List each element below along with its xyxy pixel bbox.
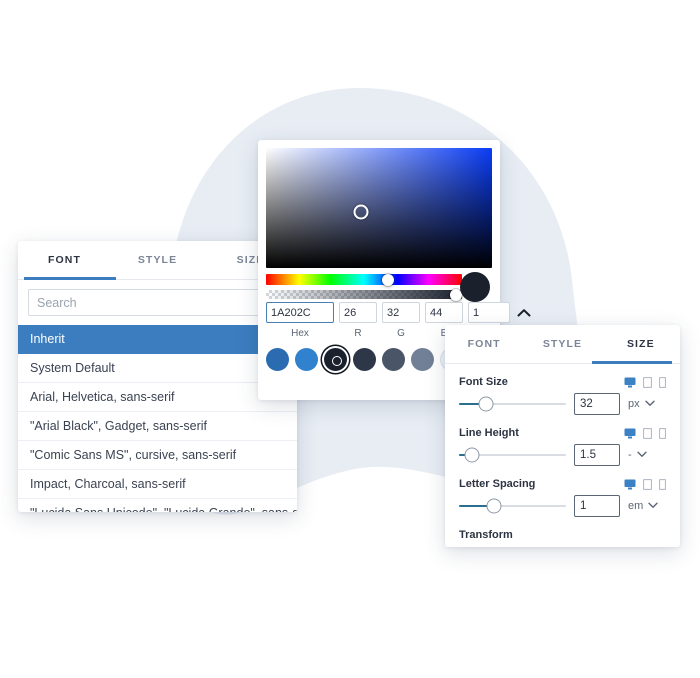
unit-select[interactable]: em: [628, 500, 666, 512]
value-input[interactable]: [574, 444, 620, 466]
mobile-icon[interactable]: [658, 376, 667, 388]
color-swatch[interactable]: [324, 348, 347, 371]
search-input[interactable]: [28, 289, 287, 316]
list-item[interactable]: System Default: [18, 354, 297, 383]
blue-input[interactable]: [425, 302, 463, 323]
control-label: Line Height: [459, 427, 519, 439]
slider-handle[interactable]: [486, 498, 502, 514]
hex-input[interactable]: [266, 302, 334, 323]
control-header: Font Size: [459, 376, 667, 388]
list-item[interactable]: "Comic Sans MS", cursive, sans-serif: [18, 441, 297, 470]
control-row: px: [459, 393, 666, 415]
control-header: Letter Spacing: [459, 478, 667, 490]
hex-field-group: Hex: [266, 302, 334, 339]
size-panel-body: Font SizepxLine Height-Letter Spacingem …: [445, 364, 680, 547]
tablet-icon[interactable]: [642, 478, 653, 490]
control-row: -: [459, 444, 666, 466]
search-container: [18, 280, 297, 316]
value-input[interactable]: [574, 495, 620, 517]
tab-size[interactable]: SIZE: [602, 326, 680, 363]
chevron-up-icon[interactable]: [517, 302, 531, 323]
color-preview-swatch: [460, 272, 490, 302]
control-header: Line Height: [459, 427, 667, 439]
list-item[interactable]: "Lucida Sans Unicode", "Lucida Grande", …: [18, 499, 297, 512]
slider[interactable]: [459, 447, 566, 463]
red-label: R: [354, 328, 362, 339]
mobile-icon[interactable]: [658, 427, 667, 439]
tab-font[interactable]: FONT: [18, 242, 111, 279]
tablet-icon[interactable]: [642, 427, 653, 439]
list-item[interactable]: "Arial Black", Gadget, sans-serif: [18, 412, 297, 441]
control-label: Font Size: [459, 376, 508, 388]
size-control-group: Line Height -: [459, 427, 667, 466]
hex-label: Hex: [291, 328, 309, 339]
device-toggle-group: [624, 478, 667, 490]
tablet-icon[interactable]: [642, 376, 653, 388]
unit-select[interactable]: -: [628, 449, 666, 461]
active-tab-indicator: [24, 277, 116, 280]
tab-font[interactable]: FONT: [445, 326, 523, 363]
unit-select[interactable]: px: [628, 398, 666, 410]
color-swatch[interactable]: [411, 348, 434, 371]
alpha-input[interactable]: [468, 302, 510, 323]
device-toggle-group: [624, 427, 667, 439]
saturation-cursor[interactable]: [353, 204, 369, 220]
control-label: Letter Spacing: [459, 478, 536, 490]
device-toggle-group: [624, 376, 667, 388]
hue-slider[interactable]: [266, 273, 462, 286]
tab-style[interactable]: STYLE: [523, 326, 601, 363]
mobile-icon[interactable]: [658, 478, 667, 490]
tab-style[interactable]: STYLE: [111, 242, 204, 279]
size-panel-tabbar: FONT STYLE SIZE: [445, 325, 680, 364]
slider-handle[interactable]: [478, 396, 494, 412]
color-sliders: [266, 273, 463, 301]
font-panel-tabbar: FONT STYLE SIZE: [18, 241, 297, 280]
chevron-down-icon: [648, 500, 658, 512]
unit-label: -: [628, 449, 632, 461]
alpha-slider[interactable]: [266, 288, 463, 301]
slider[interactable]: [459, 396, 566, 412]
slider[interactable]: [459, 498, 566, 514]
desktop-icon[interactable]: [624, 479, 636, 490]
value-input[interactable]: [574, 393, 620, 415]
list-item[interactable]: Inherit: [18, 325, 297, 354]
font-list: Inherit System Default Arial, Helvetica,…: [18, 325, 297, 512]
green-field-group: G: [382, 302, 420, 339]
slider-handle[interactable]: [464, 447, 480, 463]
color-swatch[interactable]: [353, 348, 376, 371]
size-control-group: Font Size px: [459, 376, 667, 415]
saturation-value-area[interactable]: [266, 148, 492, 268]
transform-label: Transform: [459, 529, 513, 541]
hue-slider-handle[interactable]: [381, 273, 394, 286]
red-input[interactable]: [339, 302, 377, 323]
control-row: em: [459, 495, 666, 517]
list-item[interactable]: Arial, Helvetica, sans-serif: [18, 383, 297, 412]
chevron-down-icon: [636, 449, 647, 461]
green-label: G: [397, 328, 405, 339]
size-control-group: Letter Spacing em: [459, 478, 667, 517]
color-swatch[interactable]: [266, 348, 289, 371]
color-swatch[interactable]: [382, 348, 405, 371]
list-item[interactable]: Impact, Charcoal, sans-serif: [18, 470, 297, 499]
chevron-down-icon: [644, 398, 655, 410]
unit-label: em: [628, 500, 644, 512]
desktop-icon[interactable]: [624, 377, 636, 388]
size-panel: FONT STYLE SIZE Font SizepxLine Height-L…: [445, 325, 680, 547]
font-panel: FONT STYLE SIZE Inherit System Default A…: [18, 241, 297, 512]
active-tab-indicator: [592, 361, 672, 364]
desktop-icon[interactable]: [624, 428, 636, 439]
color-swatch[interactable]: [295, 348, 318, 371]
red-field-group: R: [339, 302, 377, 339]
unit-label: px: [628, 398, 640, 410]
green-input[interactable]: [382, 302, 420, 323]
